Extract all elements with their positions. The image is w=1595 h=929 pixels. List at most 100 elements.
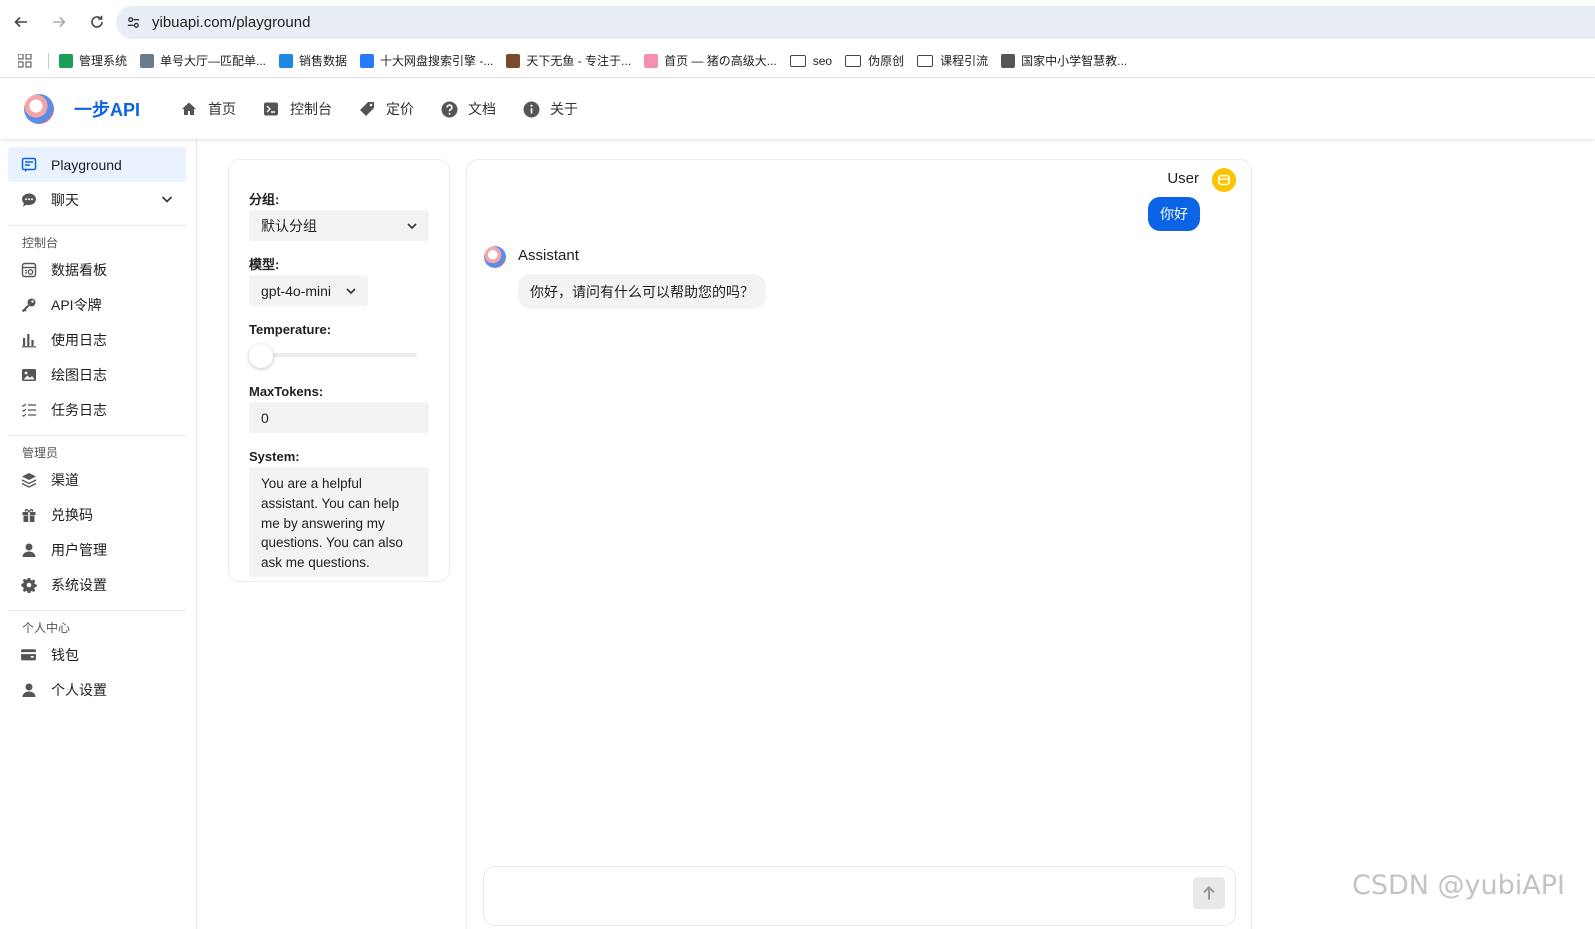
apps-grid-icon[interactable] bbox=[14, 50, 36, 72]
user-message: 你好 bbox=[1148, 197, 1200, 231]
send-button[interactable] bbox=[1193, 877, 1225, 909]
sidebar-item[interactable]: 数据看板 bbox=[8, 252, 186, 287]
arrow-right-icon bbox=[53, 16, 66, 28]
sidebar-item[interactable]: 使用日志 bbox=[8, 322, 186, 357]
favicon-icon bbox=[59, 53, 73, 68]
slider-track bbox=[255, 353, 417, 357]
nav-item-terminal[interactable]: 控制台 bbox=[262, 99, 332, 119]
bookmark-item[interactable]: 天下无鱼 - 专注于... bbox=[506, 52, 631, 69]
bookmark-item[interactable]: 伪原创 bbox=[845, 52, 904, 69]
checklist-icon bbox=[20, 401, 37, 418]
message-input[interactable] bbox=[483, 866, 1236, 926]
nav-item-label: 首页 bbox=[208, 101, 237, 117]
sidebar-item[interactable]: 任务日志 bbox=[8, 392, 186, 427]
forward-button[interactable] bbox=[42, 5, 76, 39]
logo-icon[interactable] bbox=[24, 94, 54, 124]
bookmark-item[interactable]: 十大网盘搜索引擎 -... bbox=[360, 52, 493, 69]
sidebar-item[interactable]: 系统设置 bbox=[8, 567, 186, 602]
bookmarks-bar: 管理系统 单号大厅—匹配单... 销售数据 十大网盘搜索引擎 -... 天下无鱼 - 专… bbox=[0, 44, 1595, 78]
user-avatar-icon bbox=[1212, 168, 1236, 192]
sidebar-item-label: API令牌 bbox=[51, 296, 102, 313]
site-settings-icon[interactable] bbox=[124, 14, 142, 32]
gift-icon bbox=[20, 506, 37, 523]
nav-item-help[interactable]: 文档 bbox=[440, 99, 496, 119]
folder-icon bbox=[789, 54, 806, 67]
max-tokens-label: MaxTokens: bbox=[249, 384, 324, 399]
temperature-slider[interactable] bbox=[249, 340, 429, 370]
sidebar-item-label: 系统设置 bbox=[51, 576, 107, 593]
bookmark-item[interactable]: seo bbox=[789, 54, 832, 68]
chevron-down-icon[interactable] bbox=[160, 192, 174, 209]
key-icon bbox=[20, 296, 37, 313]
bookmark-item[interactable]: 课程引流 bbox=[917, 52, 988, 69]
image-icon bbox=[20, 366, 37, 383]
assistant-message: 你好，请问有什么可以帮助您的吗？ bbox=[518, 274, 766, 309]
group-label: 分组: bbox=[249, 192, 280, 207]
nav-item-label: 文档 bbox=[468, 101, 497, 117]
user-icon bbox=[20, 541, 37, 558]
favicon-icon bbox=[279, 53, 294, 68]
bookmark-label: 单号大厅—匹配单... bbox=[160, 54, 267, 68]
user-icon bbox=[20, 681, 37, 698]
sidebar-item[interactable]: 钱包 bbox=[8, 637, 186, 672]
arrow-up-icon bbox=[1203, 885, 1215, 900]
sidebar-group-title: 管理员 bbox=[22, 446, 59, 460]
sidebar-item-label: 数据看板 bbox=[51, 261, 107, 278]
nav-item-info[interactable]: 关于 bbox=[522, 99, 578, 119]
folder-icon bbox=[917, 54, 934, 67]
bookmarks-separator bbox=[48, 52, 49, 69]
favicon-icon bbox=[140, 53, 155, 68]
bookmark-item[interactable]: 国家中小学智慧教... bbox=[1001, 52, 1127, 69]
terminal-icon bbox=[262, 100, 280, 118]
sidebar-group-title: 控制台 bbox=[22, 236, 59, 250]
playground-icon bbox=[20, 156, 37, 173]
settings-panel: 分组: 默认分组 模型: gpt-4o-mini Temperature: Ma… bbox=[228, 159, 450, 582]
favicon-icon bbox=[1001, 53, 1016, 68]
reload-button[interactable] bbox=[80, 5, 114, 39]
url-text[interactable]: yibuapi.com/playground bbox=[152, 14, 310, 31]
sidebar-divider bbox=[8, 435, 186, 436]
sidebar-item[interactable]: 个人设置 bbox=[8, 672, 186, 707]
sidebar-item-label: 用户管理 bbox=[51, 541, 107, 558]
brand-name[interactable]: 一步API bbox=[74, 96, 140, 122]
nav-item-tag[interactable]: 定价 bbox=[358, 99, 414, 119]
bookmark-label: 国家中小学智慧教... bbox=[1021, 54, 1128, 68]
group-select-value: 默认分组 bbox=[261, 217, 317, 234]
back-button[interactable] bbox=[4, 5, 38, 39]
bookmark-item[interactable]: 销售数据 bbox=[279, 52, 347, 69]
watermark: CSDN @yubiAPI bbox=[1351, 870, 1565, 901]
bookmark-item[interactable]: 管理系统 bbox=[59, 52, 127, 69]
sidebar-item-label: 渠道 bbox=[51, 471, 79, 488]
sidebar-item[interactable]: 聊天 bbox=[8, 182, 186, 217]
sidebar-item[interactable]: 绘图日志 bbox=[8, 357, 186, 392]
sidebar-item-label: 钱包 bbox=[51, 646, 79, 663]
tag-icon bbox=[358, 100, 376, 118]
bookmark-label: 伪原创 bbox=[868, 54, 905, 68]
info-icon bbox=[522, 100, 540, 118]
sidebar-item[interactable]: 渠道 bbox=[8, 462, 186, 497]
sidebar-item[interactable]: 用户管理 bbox=[8, 532, 186, 567]
sidebar-item[interactable]: Playground bbox=[8, 147, 186, 182]
system-prompt-textarea[interactable]: You are a helpful assistant. You can hel… bbox=[249, 467, 429, 577]
bookmark-item[interactable]: 首页 — 猪の高级大... bbox=[644, 52, 777, 69]
sidebar-item[interactable]: 兑换码 bbox=[8, 497, 186, 532]
sidebar-item-label: Playground bbox=[51, 156, 122, 173]
nav-item-home[interactable]: 首页 bbox=[180, 99, 236, 119]
wallet-icon bbox=[20, 646, 37, 663]
model-select[interactable]: gpt-4o-mini bbox=[249, 275, 368, 306]
slider-thumb[interactable] bbox=[249, 344, 273, 368]
chat-icon bbox=[20, 191, 37, 208]
sidebar-item[interactable]: API令牌 bbox=[8, 287, 186, 322]
address-bar[interactable]: yibuapi.com/playground bbox=[116, 6, 1595, 39]
sidebar-item-label: 任务日志 bbox=[51, 401, 107, 418]
nav-item-label: 关于 bbox=[550, 101, 579, 117]
folder-icon bbox=[845, 54, 862, 67]
max-tokens-input[interactable]: 0 bbox=[249, 402, 429, 433]
browser-toolbar: yibuapi.com/playground bbox=[0, 0, 1595, 44]
group-select[interactable]: 默认分组 bbox=[249, 210, 429, 241]
chevron-down-icon bbox=[346, 288, 356, 295]
bookmark-label: 销售数据 bbox=[299, 54, 348, 68]
sidebar-group-title: 个人中心 bbox=[22, 621, 71, 635]
chevron-down-icon bbox=[407, 223, 417, 230]
bookmark-item[interactable]: 单号大厅—匹配单... bbox=[140, 52, 266, 69]
